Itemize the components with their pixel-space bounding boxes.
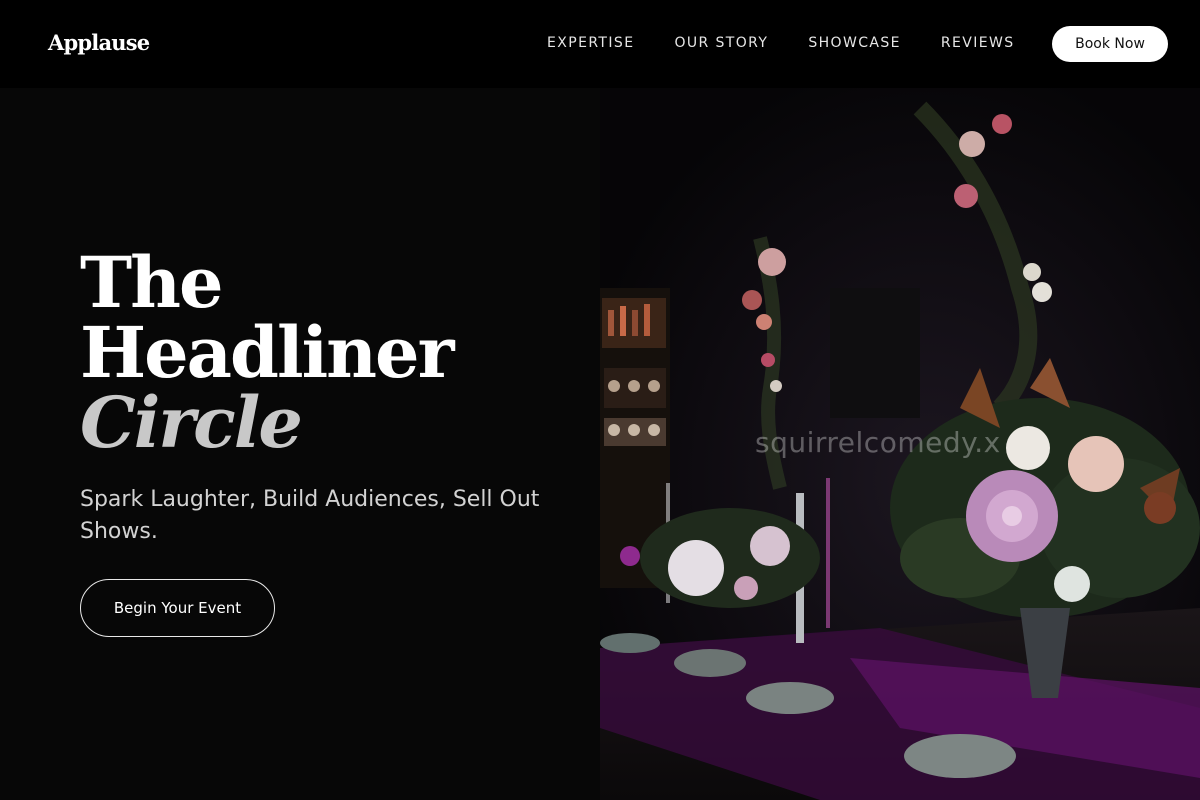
- main-nav: EXPERTISE OUR STORY SHOWCASE REVIEWS: [547, 35, 1015, 51]
- nav-link-reviews[interactable]: REVIEWS: [941, 35, 1015, 51]
- headline-line-1: The: [80, 241, 224, 324]
- nav-link-our-story[interactable]: OUR STORY: [674, 35, 768, 51]
- begin-event-button[interactable]: Begin Your Event: [80, 579, 275, 637]
- book-now-button[interactable]: Book Now: [1052, 26, 1168, 62]
- brand-logo[interactable]: Applause: [48, 30, 150, 55]
- hero-floral-image: squirrelcomedy.x: [600, 88, 1200, 800]
- hero-headline: The Headliner Circle: [80, 241, 454, 464]
- top-navigation-bar: Applause EXPERTISE OUR STORY SHOWCASE RE…: [0, 0, 1200, 88]
- headline-accent: Circle: [80, 381, 303, 464]
- nav-link-showcase[interactable]: SHOWCASE: [808, 35, 901, 51]
- image-watermark: squirrelcomedy.x: [755, 426, 1001, 459]
- nav-link-expertise[interactable]: EXPERTISE: [547, 35, 634, 51]
- hero-tagline: Spark Laughter, Build Audiences, Sell Ou…: [80, 487, 540, 544]
- headline-line-2: Headliner: [80, 311, 454, 394]
